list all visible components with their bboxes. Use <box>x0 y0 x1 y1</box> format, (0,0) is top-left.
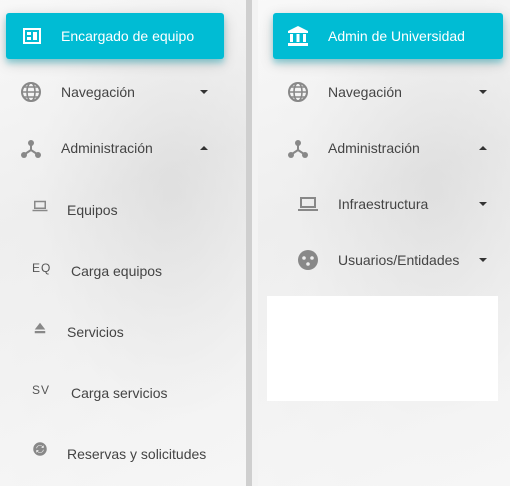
globe-icon <box>19 80 43 104</box>
subnav-item-infraestructura[interactable]: Infraestructura <box>258 189 510 219</box>
role-header-label: Encargado de equipo <box>61 28 195 44</box>
nav-item-label: Administración <box>328 140 420 156</box>
subnav-item-label: Equipos <box>67 202 118 218</box>
subnav-item-label: Infraestructura <box>338 196 429 212</box>
nav-item-navegacion[interactable]: Navegación <box>0 77 246 107</box>
nav-item-label: Navegación <box>328 84 402 100</box>
hub-icon <box>286 136 310 160</box>
sync-icon <box>31 440 55 464</box>
subnav-abbr: SV <box>32 383 51 397</box>
subnav-item-label: Reservas y solicitudes <box>67 446 207 462</box>
chevron-down-icon <box>479 90 487 94</box>
subnav-abbr: EQ <box>32 261 52 275</box>
sports-ball-icon <box>296 248 320 272</box>
nav-item-label: Navegación <box>61 84 135 100</box>
nav-item-navegacion[interactable]: Navegación <box>258 77 510 107</box>
subnav-item-label: Usuarios/Entidades <box>338 252 460 268</box>
subnav-item-reservas[interactable]: Reservas y solicitudes <box>0 438 246 468</box>
subnav-item-usuarios[interactable]: Usuarios/Entidades <box>258 245 510 275</box>
subnav-item-equipos[interactable]: Equipos <box>0 194 246 224</box>
dashboard-icon <box>20 24 44 48</box>
chevron-down-icon <box>200 90 208 94</box>
subnav-item-label: Carga servicios <box>71 385 168 401</box>
chevron-down-icon <box>479 202 487 206</box>
nav-item-label: Administración <box>61 140 153 156</box>
globe-icon <box>286 80 310 104</box>
hub-icon <box>19 136 43 160</box>
role-header-admin[interactable]: Admin de Universidad <box>273 13 503 59</box>
nav-item-administracion[interactable]: Administración <box>258 133 510 163</box>
laptop-icon <box>31 197 55 221</box>
subnav-item-label: Carga equipos <box>71 263 163 279</box>
chevron-down-icon <box>479 258 487 262</box>
nav-item-administracion[interactable]: Administración <box>0 133 246 163</box>
bank-icon <box>286 24 310 48</box>
left-sidebar: Encargado de equipo Navegación Administr… <box>0 0 246 486</box>
role-header-encargado[interactable]: Encargado de equipo <box>6 13 224 59</box>
subnav-item-label: Servicios <box>67 324 124 340</box>
role-header-label: Admin de Universidad <box>328 28 465 44</box>
subnav-item-servicios[interactable]: Servicios <box>0 316 246 346</box>
eject-icon <box>31 319 55 343</box>
chevron-up-icon <box>479 146 487 150</box>
right-sidebar: Admin de Universidad Navegación Administ… <box>258 0 510 486</box>
laptop-icon <box>296 192 320 216</box>
subnav-item-carga-servicios[interactable]: SV Carga servicios <box>0 377 246 407</box>
dropdown-panel <box>267 296 498 401</box>
chevron-up-icon <box>200 146 208 150</box>
subnav-item-carga-equipos[interactable]: EQ Carga equipos <box>0 255 246 285</box>
